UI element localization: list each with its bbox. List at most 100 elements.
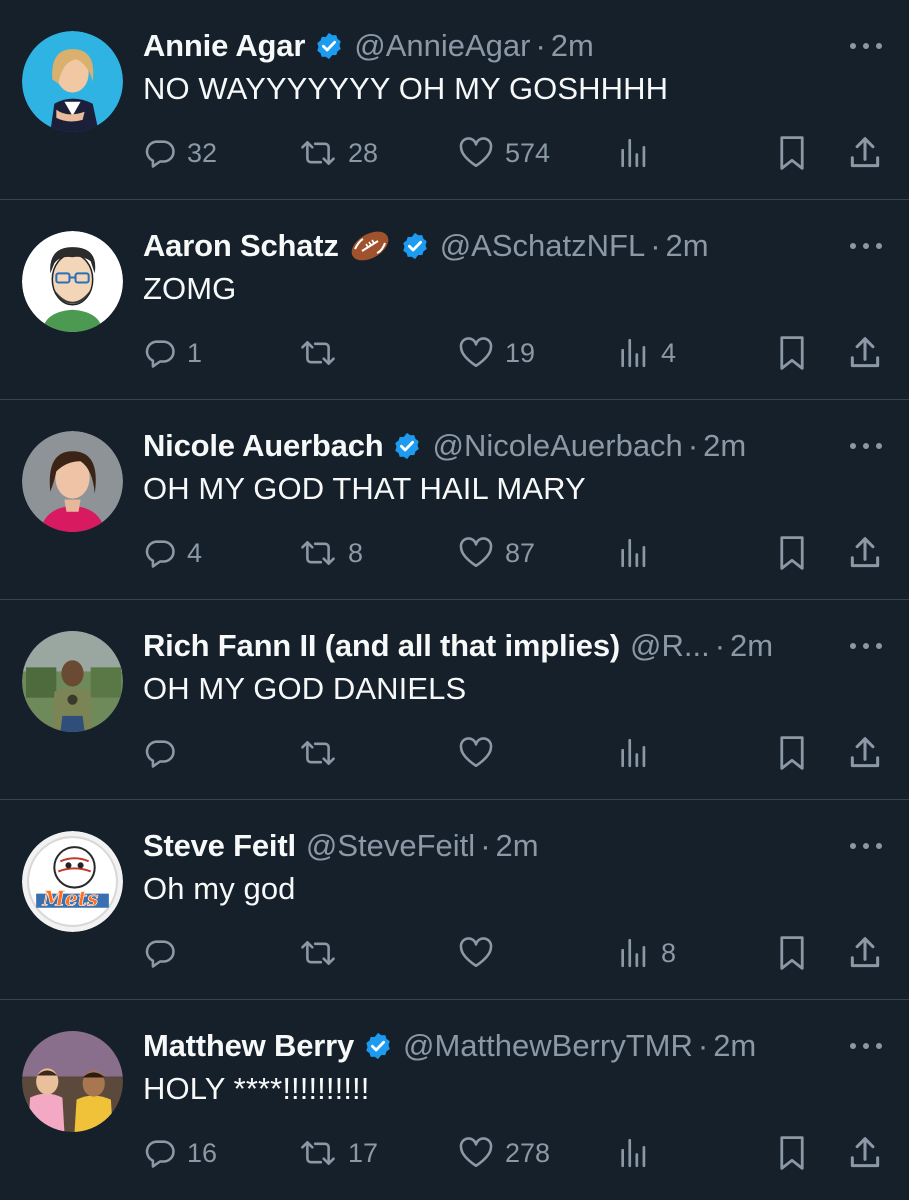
views-chart-icon	[617, 536, 651, 570]
bookmark-button[interactable]	[775, 1128, 809, 1178]
views-button[interactable]	[617, 728, 661, 778]
author-name[interactable]: Matthew Berry	[143, 1028, 354, 1064]
retweet-count: 8	[348, 537, 364, 568]
like-button[interactable]	[457, 728, 505, 778]
author-handle[interactable]: @R...	[630, 628, 710, 664]
share-button[interactable]	[846, 1128, 884, 1178]
like-button[interactable]	[457, 928, 505, 978]
more-options-icon[interactable]	[849, 1031, 883, 1061]
retweet-icon	[298, 736, 338, 770]
tweet[interactable]: Aaron Schatz @ASchatzNFL · 2m ZOMG 1 19 …	[0, 200, 909, 400]
timestamp[interactable]: 2m	[496, 828, 539, 864]
separator-dot: ·	[697, 1028, 709, 1063]
heart-icon	[457, 936, 495, 970]
tweet-header: Rich Fann II (and all that implies) @R..…	[143, 625, 839, 667]
retweet-icon	[298, 336, 338, 370]
tweet-actions: 16 17 278	[0, 1128, 909, 1178]
retweet-button[interactable]: 17	[298, 1128, 378, 1178]
retweet-icon	[298, 136, 338, 170]
more-options-icon[interactable]	[849, 631, 883, 661]
views-button[interactable]: 8	[617, 928, 676, 978]
views-button[interactable]: 4	[617, 328, 676, 378]
like-button[interactable]: 278	[457, 1128, 550, 1178]
tweet[interactable]: Nicole Auerbach @NicoleAuerbach · 2m OH …	[0, 400, 909, 600]
reply-button[interactable]: 4	[143, 528, 202, 578]
tweet[interactable]: Mets Steve Feitl @SteveFeitl · 2m Oh my …	[0, 800, 909, 1000]
more-options-icon[interactable]	[849, 31, 883, 61]
tweet[interactable]: Annie Agar @AnnieAgar · 2m NO WAYYYYYYY …	[0, 0, 909, 200]
heart-icon	[457, 736, 495, 770]
reply-icon	[143, 1136, 177, 1170]
views-chart-icon	[617, 136, 651, 170]
timestamp[interactable]: 2m	[713, 1028, 756, 1064]
more-options-icon[interactable]	[849, 431, 883, 461]
verified-badge-icon	[363, 1031, 393, 1061]
views-count: 8	[661, 937, 677, 968]
bookmark-button[interactable]	[775, 528, 809, 578]
retweet-button[interactable]	[298, 928, 348, 978]
author-name[interactable]: Annie Agar	[143, 28, 305, 64]
retweet-button[interactable]: 8	[298, 528, 363, 578]
timestamp[interactable]: 2m	[551, 28, 594, 64]
separator-dot: ·	[687, 428, 699, 463]
like-count: 19	[505, 337, 536, 368]
views-chart-icon	[617, 1136, 651, 1170]
reply-button[interactable]: 16	[143, 1128, 217, 1178]
author-name[interactable]: Aaron Schatz	[143, 228, 339, 264]
avatar[interactable]	[22, 631, 123, 732]
views-button[interactable]	[617, 128, 661, 178]
author-handle[interactable]: @MatthewBerryTMR	[403, 1028, 693, 1064]
reply-button[interactable]	[143, 728, 187, 778]
reply-button[interactable]: 1	[143, 328, 202, 378]
tweet-text: NO WAYYYYYYY OH MY GOSHHHH	[143, 71, 669, 106]
tweet[interactable]: Matthew Berry @MatthewBerryTMR · 2m HOLY…	[0, 1000, 909, 1195]
bookmark-icon	[775, 334, 809, 372]
bookmark-button[interactable]	[775, 128, 809, 178]
share-button[interactable]	[846, 928, 884, 978]
like-button[interactable]: 574	[457, 128, 550, 178]
views-button[interactable]	[617, 528, 661, 578]
timestamp[interactable]: 2m	[666, 228, 709, 264]
views-button[interactable]	[617, 1128, 661, 1178]
heart-icon	[457, 136, 495, 170]
avatar[interactable]	[22, 31, 123, 132]
like-button[interactable]: 87	[457, 528, 535, 578]
author-handle[interactable]: @ASchatzNFL	[440, 228, 645, 264]
avatar[interactable]	[22, 431, 123, 532]
retweet-button[interactable]	[298, 728, 348, 778]
heart-icon	[457, 1136, 495, 1170]
avatar[interactable]: Mets	[22, 831, 123, 932]
tweet[interactable]: Rich Fann II (and all that implies) @R..…	[0, 600, 909, 800]
retweet-button[interactable]: 28	[298, 128, 378, 178]
bookmark-button[interactable]	[775, 928, 809, 978]
author-handle[interactable]: @SteveFeitl	[306, 828, 475, 864]
share-button[interactable]	[846, 528, 884, 578]
reply-button[interactable]: 32	[143, 128, 217, 178]
bookmark-button[interactable]	[775, 728, 809, 778]
share-button[interactable]	[846, 728, 884, 778]
reply-button[interactable]	[143, 928, 187, 978]
timestamp[interactable]: 2m	[703, 428, 746, 464]
avatar[interactable]	[22, 231, 123, 332]
share-button[interactable]	[846, 128, 884, 178]
like-count: 574	[505, 137, 551, 168]
heart-icon	[457, 536, 495, 570]
tweet-text: HOLY ****!!!!!!!!!!	[143, 1071, 370, 1106]
author-name[interactable]: Steve Feitl	[143, 828, 296, 864]
author-name[interactable]: Nicole Auerbach	[143, 428, 384, 464]
avatar[interactable]	[22, 1031, 123, 1132]
author-name[interactable]: Rich Fann II (and all that implies)	[143, 628, 620, 664]
author-handle[interactable]: @AnnieAgar	[354, 28, 530, 64]
like-button[interactable]: 19	[457, 328, 535, 378]
tweet-actions: 8	[0, 928, 909, 978]
tweet-actions: 32 28 574	[0, 128, 909, 178]
more-options-icon[interactable]	[849, 831, 883, 861]
timestamp[interactable]: 2m	[730, 628, 773, 664]
share-icon	[846, 934, 884, 972]
bookmark-button[interactable]	[775, 328, 809, 378]
share-button[interactable]	[846, 328, 884, 378]
retweet-button[interactable]	[298, 328, 348, 378]
more-options-icon[interactable]	[849, 231, 883, 261]
reply-icon	[143, 136, 177, 170]
author-handle[interactable]: @NicoleAuerbach	[432, 428, 682, 464]
